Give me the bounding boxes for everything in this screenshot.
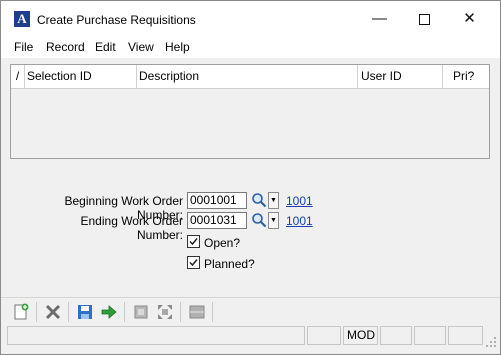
lookup-search-icon[interactable] [251,212,267,228]
list-icon[interactable] [188,303,206,321]
minimize-icon: — [372,10,387,27]
minimize-button[interactable]: — [357,1,402,36]
expand-icon[interactable] [156,303,174,321]
grid-header: / Selection ID Description User ID Pri? [11,65,489,89]
menu-bar: File Record Edit View Help [1,36,500,58]
toolbar-separator [36,302,37,322]
end-wo-label: Ending Work Order Number: [80,214,184,242]
proceed-arrow-icon[interactable] [100,303,118,321]
planned-label: Planned? [204,257,255,271]
status-bar: MOD [1,326,500,346]
end-wo-dropdown-button[interactable]: ▼ [268,212,279,229]
toolbar-separator [68,302,69,322]
detail-icon[interactable] [132,303,150,321]
end-wo-link[interactable]: 1001 [286,214,313,228]
menu-record[interactable]: Record [46,40,85,54]
begin-wo-link[interactable]: 1001 [286,194,313,208]
app-window: A Create Purchase Requisitions — ✕ File … [0,0,501,355]
delete-icon[interactable] [44,303,62,321]
column-header-user-id[interactable]: User ID [358,65,443,88]
sort-indicator-icon[interactable]: / [11,65,25,88]
column-header-selection-id[interactable]: Selection ID [25,65,137,88]
menu-view[interactable]: View [128,40,154,54]
column-header-description[interactable]: Description [137,65,358,88]
app-logo-icon: A [14,11,30,27]
new-record-icon[interactable] [12,303,30,321]
begin-wo-dropdown-button[interactable]: ▼ [268,192,279,209]
toolbar [1,297,500,325]
open-label: Open? [204,236,241,250]
maximize-button[interactable] [402,1,447,36]
toolbar-separator [212,302,213,322]
status-mode-cell: MOD [343,326,378,345]
status-message-cell [7,326,305,345]
begin-wo-input[interactable] [187,192,247,209]
status-cell [414,326,446,345]
close-button[interactable]: ✕ [447,1,492,36]
planned-checkbox[interactable] [187,256,200,269]
menu-file[interactable]: File [14,40,33,54]
end-wo-input[interactable] [187,212,247,229]
menu-help[interactable]: Help [165,40,190,54]
column-header-priority[interactable]: Pri? [443,65,489,88]
maximize-icon [419,13,430,25]
save-icon[interactable] [76,303,94,321]
open-checkbox[interactable] [187,235,200,248]
toolbar-separator [180,302,181,322]
status-cell [380,326,412,345]
selection-grid[interactable]: / Selection ID Description User ID Pri? [10,64,490,159]
status-cell [448,326,483,345]
status-cell [307,326,341,345]
close-icon: ✕ [463,10,476,27]
toolbar-separator [124,302,125,322]
window-title: Create Purchase Requisitions [37,13,196,27]
lookup-search-icon[interactable] [251,192,267,208]
check-icon [189,259,198,267]
title-bar: A Create Purchase Requisitions — ✕ [1,1,500,36]
check-icon [189,238,198,246]
resize-grip-icon[interactable] [485,336,497,348]
menu-edit[interactable]: Edit [95,40,116,54]
